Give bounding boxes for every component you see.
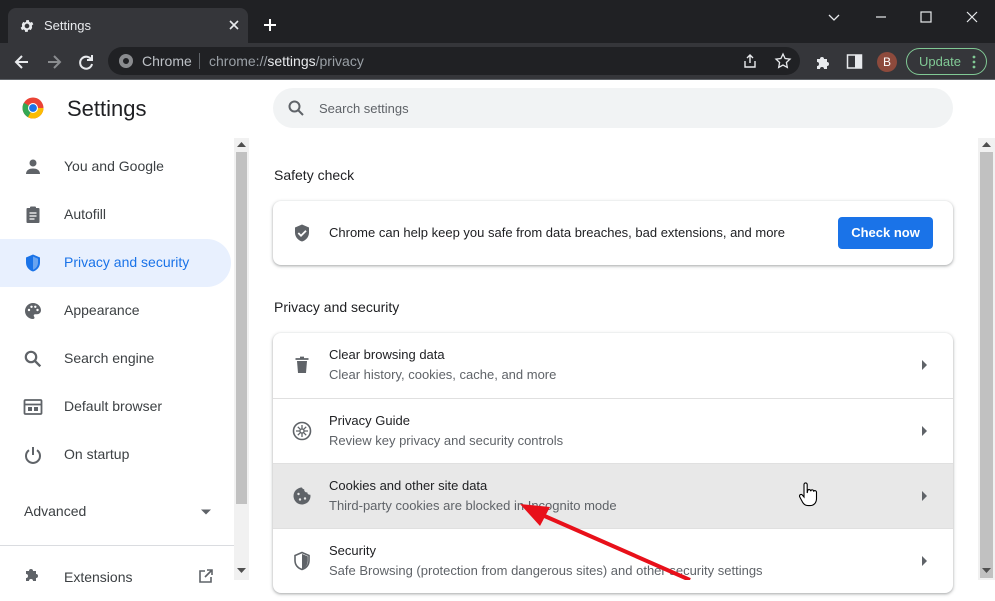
scroll-down-icon[interactable] bbox=[982, 568, 991, 574]
sidebar-scrollbar[interactable] bbox=[234, 138, 249, 580]
search-input[interactable] bbox=[319, 98, 919, 118]
compass-icon bbox=[292, 421, 312, 441]
scroll-up-icon[interactable] bbox=[237, 141, 246, 147]
sidebar-item-search-engine[interactable]: Search engine bbox=[0, 335, 231, 383]
sidebar-item-on-startup[interactable]: On startup bbox=[0, 431, 231, 479]
sidebar-advanced-toggle[interactable]: Advanced bbox=[24, 503, 86, 519]
sidebar-scroll-thumb[interactable] bbox=[236, 152, 247, 504]
extensions-puzzle-icon bbox=[26, 569, 38, 581]
check-now-button[interactable]: Check now bbox=[838, 217, 933, 249]
annotation-arrow-icon bbox=[520, 504, 691, 580]
privacy-section-heading: Privacy and security bbox=[274, 299, 400, 315]
update-button[interactable]: Update bbox=[906, 48, 987, 75]
sidebar-item-you-and-google[interactable]: You and Google bbox=[0, 143, 231, 191]
sidebar-item-extensions[interactable]: Extensions bbox=[0, 553, 231, 601]
arrow-right-icon bbox=[922, 556, 927, 566]
safety-check-card: Chrome can help keep you safe from data … bbox=[273, 201, 953, 265]
main-scrollbar[interactable] bbox=[978, 138, 995, 580]
sidebar-item-autofill[interactable]: Autofill bbox=[0, 191, 231, 239]
bookmark-star-icon[interactable] bbox=[774, 52, 792, 70]
row-title: Privacy Guide bbox=[329, 413, 410, 428]
search-icon bbox=[288, 100, 304, 116]
url-scheme: chrome:// bbox=[209, 53, 268, 69]
sidebar-item-label: Default browser bbox=[64, 398, 163, 414]
sidebar-item-label: Search engine bbox=[64, 350, 155, 366]
reload-icon[interactable] bbox=[76, 52, 96, 72]
safety-check-heading: Safety check bbox=[274, 167, 355, 183]
site-label: Chrome bbox=[142, 53, 192, 69]
extensions-puzzle-icon[interactable] bbox=[814, 53, 832, 71]
clipboard-icon bbox=[26, 206, 40, 223]
row-subtitle: Review key privacy and security controls bbox=[329, 433, 564, 448]
side-panel-icon[interactable] bbox=[846, 53, 863, 70]
sidebar-item-appearance[interactable]: Appearance bbox=[0, 287, 231, 335]
url-path: /privacy bbox=[315, 53, 364, 69]
arrow-right-icon bbox=[922, 491, 927, 501]
sidebar-divider bbox=[0, 545, 234, 546]
trash-icon bbox=[295, 356, 309, 373]
sidebar-item-label: You and Google bbox=[64, 158, 164, 174]
chrome-logo-icon bbox=[22, 97, 44, 119]
sidebar-item-label: Privacy and security bbox=[64, 254, 190, 270]
gear-icon bbox=[20, 20, 34, 32]
tab-settings[interactable]: Settings bbox=[8, 8, 248, 43]
close-icon[interactable] bbox=[226, 17, 242, 33]
browser-window-icon bbox=[23, 399, 43, 415]
shield-check-icon bbox=[295, 224, 309, 242]
shield-icon bbox=[26, 254, 40, 272]
share-icon[interactable] bbox=[742, 53, 758, 69]
arrow-right-icon bbox=[922, 360, 927, 370]
person-icon bbox=[26, 159, 40, 174]
row-title: Security bbox=[329, 543, 376, 558]
sidebar-item-label: Extensions bbox=[64, 569, 133, 585]
new-tab-icon[interactable] bbox=[262, 17, 278, 33]
tab-title: Settings bbox=[44, 18, 91, 33]
url-host: settings bbox=[267, 53, 316, 69]
update-label: Update bbox=[919, 54, 961, 69]
search-icon bbox=[24, 350, 42, 368]
url-text: chrome://settings/privacy bbox=[209, 53, 364, 69]
row-clear-browsing-data[interactable]: Clear browsing data Clear history, cooki… bbox=[273, 333, 953, 398]
window-close-icon[interactable] bbox=[963, 8, 981, 26]
external-link-icon bbox=[199, 569, 213, 583]
sidebar-item-label: On startup bbox=[64, 446, 130, 462]
arrow-right-icon bbox=[922, 426, 927, 436]
address-bar[interactable]: Chrome chrome://settings/privacy bbox=[108, 47, 800, 75]
forward-arrow-icon[interactable] bbox=[44, 52, 64, 72]
shield-icon bbox=[294, 551, 310, 571]
palette-icon bbox=[25, 303, 41, 319]
browser-toolbar: Chrome chrome://settings/privacy B Updat… bbox=[0, 43, 995, 80]
row-subtitle: Clear history, cookies, cache, and more bbox=[329, 367, 557, 382]
sidebar-item-privacy-and-security[interactable]: Privacy and security bbox=[0, 239, 231, 287]
title-bar: Settings bbox=[0, 0, 995, 43]
row-title: Clear browsing data bbox=[329, 347, 445, 362]
sidebar-item-default-browser[interactable]: Default browser bbox=[0, 383, 231, 431]
chevron-down-icon[interactable] bbox=[825, 8, 843, 26]
row-privacy-guide[interactable]: Privacy Guide Review key privacy and sec… bbox=[273, 398, 953, 463]
hand-cursor-icon bbox=[798, 482, 818, 507]
scroll-up-icon[interactable] bbox=[982, 141, 991, 147]
avatar[interactable]: B bbox=[877, 52, 897, 72]
minimize-icon[interactable] bbox=[872, 8, 890, 26]
caret-down-icon[interactable] bbox=[200, 508, 212, 516]
cookie-icon bbox=[293, 487, 311, 505]
page-title: Settings bbox=[67, 96, 147, 121]
omnibox-divider bbox=[199, 53, 200, 69]
safety-check-message: Chrome can help keep you safe from data … bbox=[329, 225, 785, 240]
back-arrow-icon[interactable] bbox=[12, 52, 32, 72]
menu-dots-icon bbox=[972, 55, 976, 69]
power-icon bbox=[25, 447, 41, 464]
sidebar-item-label: Autofill bbox=[64, 206, 107, 222]
scroll-down-icon[interactable] bbox=[237, 568, 246, 574]
sidebar-item-label: Appearance bbox=[64, 302, 140, 318]
maximize-icon[interactable] bbox=[917, 8, 935, 26]
chrome-site-icon bbox=[119, 54, 133, 68]
main-scroll-thumb[interactable] bbox=[980, 152, 993, 578]
search-bar[interactable] bbox=[273, 88, 953, 128]
row-title: Cookies and other site data bbox=[329, 478, 488, 493]
